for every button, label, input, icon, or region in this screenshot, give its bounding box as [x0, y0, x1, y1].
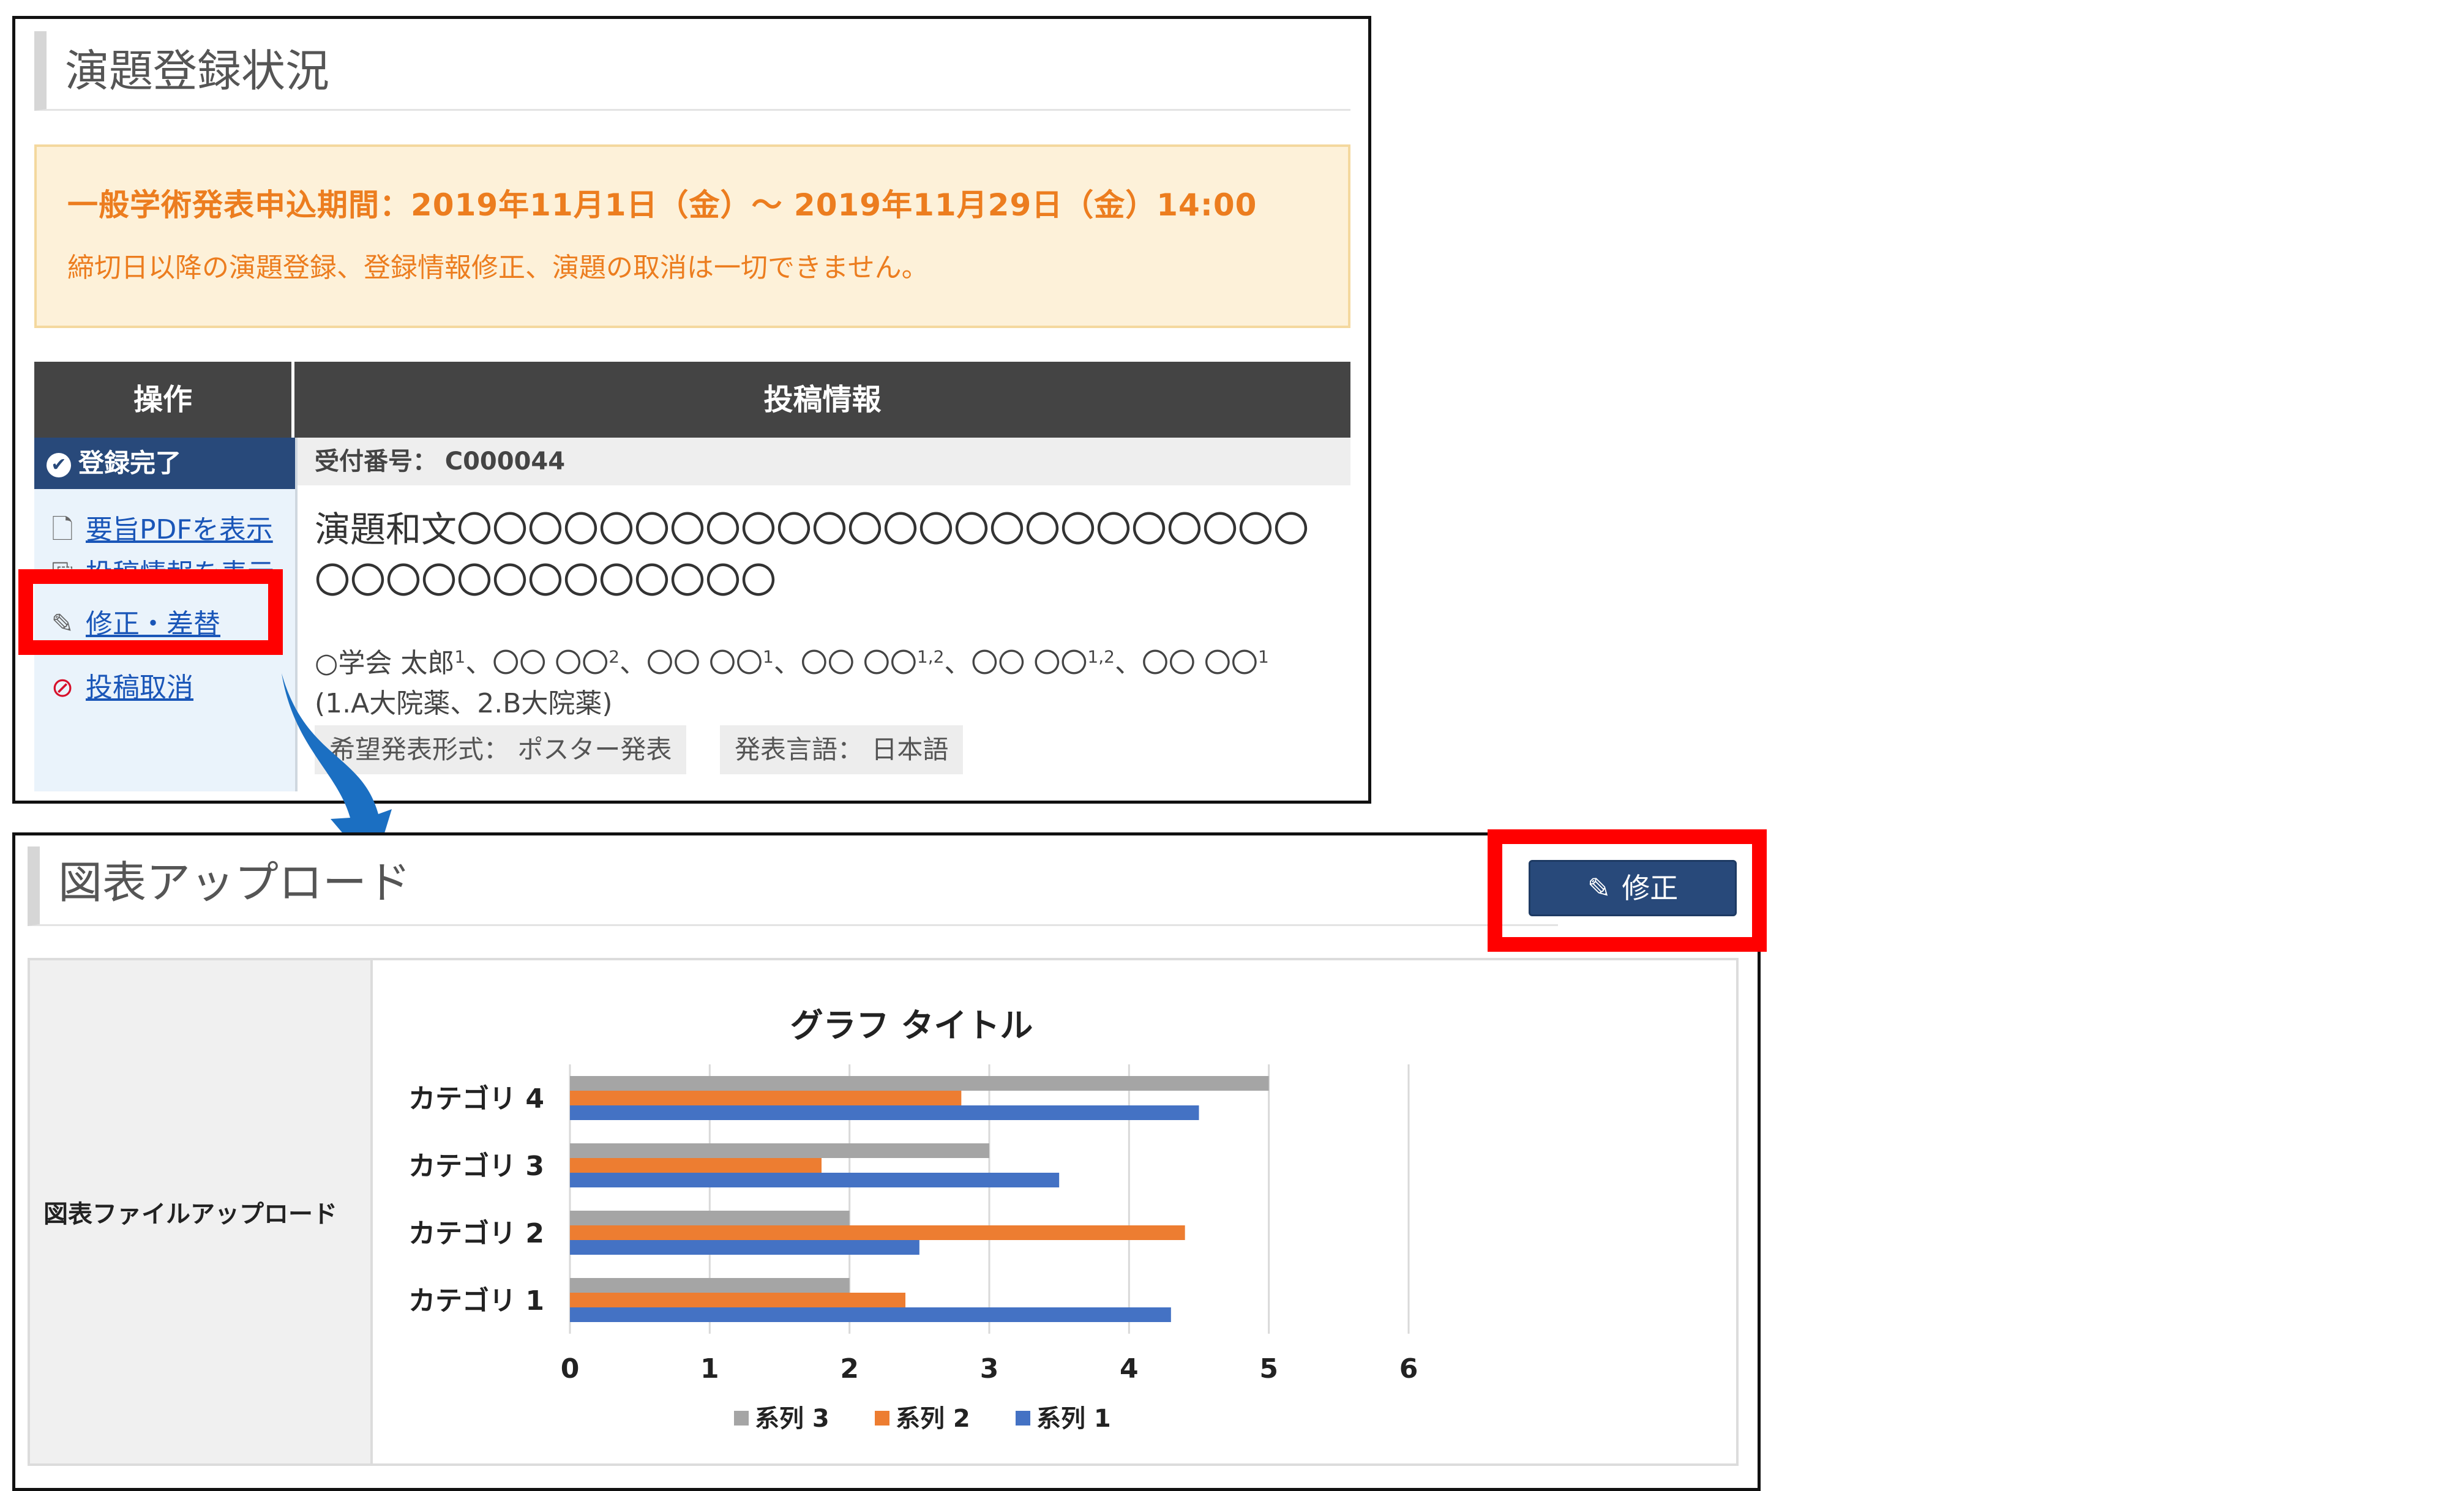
receipt-number: C000044: [444, 447, 566, 476]
prohibited-icon: ⊘: [51, 672, 74, 703]
receipt-label: 受付番号：: [315, 447, 437, 476]
x-tick-label: 5: [1259, 1353, 1278, 1384]
legend-swatch: [1016, 1411, 1030, 1426]
legend-swatch: [734, 1411, 749, 1426]
category-label: カテゴリ 1: [408, 1285, 544, 1317]
legend-label: 系列 2: [896, 1405, 970, 1433]
x-tick-label: 0: [561, 1353, 580, 1384]
author: 〇〇 〇〇: [800, 648, 917, 679]
presentation-title: 演題和文〇〇〇〇〇〇〇〇〇〇〇〇〇〇〇〇〇〇〇〇〇〇〇〇〇〇〇〇〇〇〇〇〇〇〇〇…: [315, 509, 1309, 602]
bar-系列1-カテゴリ4: [570, 1105, 1199, 1120]
receipt-number-row: 受付番号： C000044: [298, 438, 1350, 485]
author-affiliation-sup: 1: [454, 646, 466, 667]
bar-系列2-カテゴリ4: [570, 1091, 962, 1105]
legend-label: 系列 3: [755, 1405, 829, 1433]
bar-系列3-カテゴリ4: [570, 1076, 1269, 1091]
view-abstract-pdf-link[interactable]: 🗋 要旨PDFを表示: [49, 507, 273, 556]
category-label: カテゴリ 4: [408, 1083, 544, 1115]
author-affiliation-sup: 1,2: [916, 646, 945, 667]
section-title: 演題登録状況: [34, 31, 1350, 111]
bar-系列1-カテゴリ1: [570, 1307, 1171, 1322]
deadline-notice: 一般学術発表申込期間：2019年11月1日（金）～ 2019年11月29日（金）…: [34, 144, 1350, 328]
x-tick-label: 3: [980, 1353, 999, 1384]
x-tick-label: 1: [700, 1353, 719, 1384]
author-affiliation-sup: 1: [763, 646, 774, 667]
bar-系列3-カテゴリ3: [570, 1143, 989, 1158]
figure-upload-label: 図表ファイルアップロード: [30, 960, 373, 1463]
author-affiliation-sup: 2: [609, 646, 620, 667]
author-affiliation-sup: 1: [1257, 646, 1269, 667]
bar-系列2-カテゴリ3: [570, 1158, 822, 1173]
registration-status-panel: 演題登録状況 一般学術発表申込期間：2019年11月1日（金）～ 2019年11…: [12, 16, 1371, 804]
application-period: 一般学術発表申込期間：2019年11月1日（金）～ 2019年11月29日（金）…: [67, 187, 1257, 223]
bar-系列2-カテゴリ2: [570, 1225, 1185, 1240]
bar-系列2-カテゴリ1: [570, 1293, 905, 1307]
cancel-submission-label: 投稿取消: [86, 672, 193, 703]
category-label: カテゴリ 2: [408, 1218, 544, 1249]
presentation-language-tag: 発表言語： 日本語: [720, 725, 964, 774]
x-tick-label: 6: [1399, 1353, 1418, 1384]
author-affiliation-sup: 1,2: [1087, 646, 1115, 667]
submission-info-column: 受付番号： C000044 演題和文〇〇〇〇〇〇〇〇〇〇〇〇〇〇〇〇〇〇〇〇〇〇…: [298, 438, 1350, 791]
section-title: 図表アップロード: [28, 846, 1558, 926]
pdf-file-icon: 🗋: [51, 514, 73, 545]
view-abstract-pdf-label: 要旨PDFを表示: [86, 514, 273, 545]
deadline-warning: 締切日以降の演題登録、登録情報修正、演題の取消は一切できません。: [67, 252, 929, 283]
bar-系列1-カテゴリ3: [570, 1173, 1060, 1187]
author: 〇〇 〇〇: [1141, 648, 1258, 679]
legend-swatch: [875, 1411, 889, 1426]
cancel-submission-link[interactable]: ⊘ 投稿取消: [49, 665, 193, 704]
legend-label: 系列 1: [1036, 1405, 1111, 1433]
author: 〇〇 〇〇: [971, 648, 1088, 679]
highlight-edit-button: [1488, 829, 1767, 952]
figure-upload-row: 図表ファイルアップロード グラフ タイトル カテゴリ 1 カテゴリ 2 カテゴリ 3…: [28, 958, 1739, 1466]
bar-系列3-カテゴリ2: [570, 1211, 850, 1225]
column-header-info: 投稿情報: [294, 362, 1350, 438]
bar-系列3-カテゴリ1: [570, 1278, 850, 1293]
status-label: 登録完了: [78, 448, 182, 478]
category-label: カテゴリ 3: [408, 1151, 544, 1182]
column-header-ops: 操作: [34, 362, 294, 438]
chart-title: グラフ タイトル: [790, 1006, 1033, 1045]
author: 〇〇 〇〇: [492, 648, 609, 679]
bar-chart: グラフ タイトル カテゴリ 1 カテゴリ 2 カテゴリ 3 カテゴリ 4 0 1 2 3 4 5…: [408, 1006, 1418, 1433]
x-tick-label: 4: [1120, 1353, 1139, 1384]
x-tick-label: 2: [840, 1353, 859, 1384]
highlight-edit-link: [18, 569, 283, 655]
status-badge: ✔ 登録完了: [34, 438, 295, 489]
bar-系列1-カテゴリ2: [570, 1240, 919, 1255]
check-circle-icon: ✔: [47, 452, 71, 477]
author: 〇〇 〇〇: [646, 648, 763, 679]
author-list: ○学会 太郎1、〇〇 〇〇2、〇〇 〇〇1、〇〇 〇〇1,2、〇〇 〇〇1,2、…: [315, 646, 1269, 679]
